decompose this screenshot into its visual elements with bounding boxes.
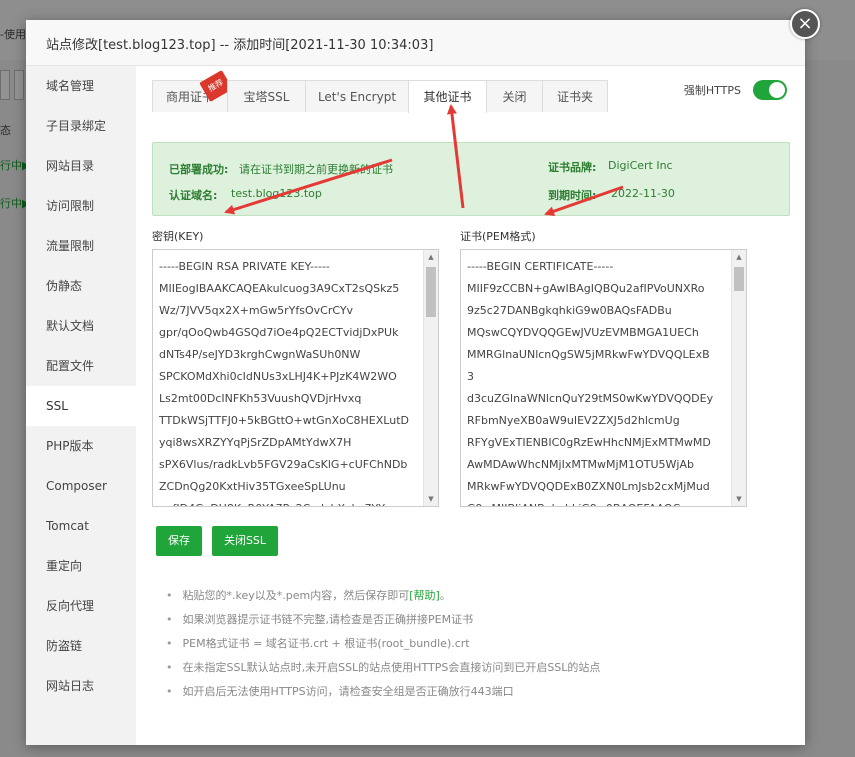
ssl-tabs: 商用证书 推荐 宝塔SSL Let's Encrypt 其他证书 关闭 证书夹	[152, 69, 608, 113]
cert-textarea[interactable]: -----BEGIN CERTIFICATE----- MIIF9zCCBN+g…	[460, 249, 747, 507]
brand-value: DigiCert Inc	[608, 159, 673, 172]
domain-value: test.blog123.top	[231, 187, 322, 200]
force-https-setting: 强制HTTPS	[684, 80, 787, 100]
key-line: Ls2mt00DcINFKh53VuushQVDjrHvxq	[159, 392, 362, 405]
key-line: Wz/7JVV5qx2X+mGw5rYfsOvCrCYv	[159, 304, 354, 317]
expire-value: 2022-11-30	[611, 187, 675, 200]
deployed-value: 请在证书到期之前更换新的证书	[239, 163, 393, 176]
key-line: vqfID4GoDU8KvR0YA7Po2CedvhXxbc7YYauq	[159, 498, 424, 506]
cert-line: AwMDAwWhcNMjIxMTMwMjM1OTU5WjAb	[467, 458, 694, 471]
scroll-down-icon[interactable]: ▼	[424, 492, 438, 506]
sidebar-item-traffic-limit[interactable]: 流量限制	[26, 226, 136, 266]
background-button	[14, 70, 24, 100]
tab-baota-ssl[interactable]: 宝塔SSL	[227, 80, 306, 112]
sidebar-item-hotlink[interactable]: 防盗链	[26, 626, 136, 666]
cert-line: MRkwFwYDVQQDExB0ZXN0LmJsb2cxMjMud	[467, 480, 710, 493]
tab-commercial-cert[interactable]: 商用证书 推荐	[152, 69, 233, 112]
sidebar-item-subdirectory[interactable]: 子目录绑定	[26, 106, 136, 146]
close-ssl-button[interactable]: 关闭SSL	[212, 526, 278, 556]
tip-text: 粘贴您的*.key以及*.pem内容，然后保存即可	[182, 589, 410, 602]
cert-line: G9wMIIBIjANBgkqhkiG9w0BAQEFAAOC	[467, 498, 732, 506]
help-link[interactable]: [帮助]	[409, 589, 440, 602]
key-line: sPX6Vlus/radkLvb5FGV29aCsKlG+cUFChNDb	[159, 458, 408, 471]
sidebar-item-site-directory[interactable]: 网站目录	[26, 146, 136, 186]
sidebar-item-composer[interactable]: Composer	[26, 466, 136, 506]
cert-line: RFYgVExTIENBIC0gRzEwHhcNMjExMTMwMD	[467, 436, 711, 449]
cert-label: 证书(PEM格式)	[460, 230, 536, 243]
cert-line: MQswCQYDVQQGEwJVUzEVMBMGA1UECh	[467, 326, 699, 339]
force-https-label: 强制HTTPS	[683, 84, 741, 97]
cert-line: 9z5c27DANBgkqhkiG9w0BAQsFADBu	[467, 304, 672, 317]
key-line: TTDkWSjTTFJ0+5kBGttO+wtGnXoC8HEXLutD	[159, 414, 409, 427]
tip-item: 粘贴您的*.key以及*.pem内容，然后保存即可[帮助]。	[166, 584, 600, 608]
key-textarea[interactable]: -----BEGIN RSA PRIVATE KEY----- MIIEogIB…	[152, 249, 439, 507]
tab-close[interactable]: 关闭	[486, 80, 543, 112]
tip-item: 在未指定SSL默认站点时,未开启SSL的站点使用HTTPS会直接访问到已开启SS…	[166, 656, 601, 680]
tip-text: 。	[439, 589, 451, 602]
tip-item: 如果浏览器提示证书链不完整,请检查是否正确拼接PEM证书	[166, 608, 600, 632]
key-line: ZCDnQg20KxtHiv35TGxeeSpLUnu	[159, 480, 346, 493]
ssl-panel: 商用证书 推荐 宝塔SSL Let's Encrypt 其他证书 关闭 证书夹 …	[136, 66, 805, 745]
background-button	[0, 70, 10, 100]
tip-item: 如开启后无法使用HTTPS访问，请检查安全组是否正确放行443端口	[166, 680, 600, 704]
sidebar-item-default-doc[interactable]: 默认文档	[26, 306, 136, 346]
background-text: 态	[0, 124, 11, 137]
sidebar-item-ssl[interactable]: SSL	[26, 386, 136, 426]
key-line: dNTs4P/seJYD3krghCwgnWaSUh0NW	[159, 348, 361, 361]
cert-line: MIIF9zCCBN+gAwIBAgIQBQu2afIPVoUNXRo	[467, 282, 705, 295]
watermark: @稀土掘金技术社区	[672, 721, 790, 736]
close-icon[interactable]: ×	[790, 9, 820, 39]
sidebar-item-site-log[interactable]: 网站日志	[26, 666, 136, 706]
sidebar-item-php-version[interactable]: PHP版本	[26, 426, 136, 466]
save-button[interactable]: 保存	[156, 526, 202, 556]
sidebar-item-redirect[interactable]: 重定向	[26, 546, 136, 586]
deployed-label: 已部署成功:	[169, 163, 229, 176]
scroll-thumb[interactable]	[426, 267, 436, 317]
settings-sidebar: 域名管理 子目录绑定 网站目录 访问限制 流量限制 伪静态 默认文档 配置文件 …	[26, 66, 136, 745]
cert-info-panel: 已部署成功: 请在证书到期之前更换新的证书 认证域名: test.blog123…	[152, 142, 790, 216]
scroll-up-icon[interactable]: ▲	[424, 250, 438, 264]
scroll-down-icon[interactable]: ▼	[732, 492, 746, 506]
sidebar-item-config-file[interactable]: 配置文件	[26, 346, 136, 386]
sidebar-item-tomcat[interactable]: Tomcat	[26, 506, 136, 546]
sidebar-item-access-limit[interactable]: 访问限制	[26, 186, 136, 226]
tab-other-cert[interactable]: 其他证书	[408, 80, 487, 113]
key-line: -----BEGIN RSA PRIVATE KEY-----	[159, 260, 330, 273]
tab-lets-encrypt[interactable]: Let's Encrypt	[305, 80, 409, 112]
help-tips: 粘贴您的*.key以及*.pem内容，然后保存即可[帮助]。 如果浏览器提示证书…	[166, 584, 601, 704]
key-line: MIIEogIBAAKCAQEAkulcuog3A9CxT2sQSkz5	[159, 282, 400, 295]
brand-label: 证书品牌:	[548, 161, 597, 174]
sidebar-item-domain[interactable]: 域名管理	[26, 66, 136, 106]
scroll-thumb[interactable]	[734, 267, 744, 291]
toggle-knob	[769, 82, 785, 98]
cert-line: MMRGlnaUNlcnQgSW5jMRkwFwYDVQQLExB	[467, 348, 710, 361]
cert-line: RFbmNyeXB0aW9uIEV2ZXJ5d2hlcmUg	[467, 414, 680, 427]
tip-item: PEM格式证书 = 域名证书.crt + 根证书(root_bundle).cr…	[166, 632, 600, 656]
cert-line: 3	[467, 370, 474, 383]
site-settings-dialog: 站点修改[test.blog123.top] -- 添加时间[2021-11-3…	[26, 20, 805, 745]
key-line: SPCKOMdXhi0cIdNUs3xLHJ4K+PJzK4W2WO	[159, 370, 397, 383]
key-label: 密钥(KEY)	[152, 230, 204, 243]
scroll-up-icon[interactable]: ▲	[732, 250, 746, 264]
sidebar-item-rewrite[interactable]: 伪静态	[26, 266, 136, 306]
cert-line: d3cuZGlnaWNlcnQuY29tMS0wKwYDVQQDEy	[467, 392, 714, 405]
background-text: -使用	[0, 28, 26, 41]
force-https-toggle[interactable]	[753, 80, 787, 100]
key-line: gpr/qOoQwb4GSQd7iOe4pQ2ECTvidjDxPUk	[159, 326, 399, 339]
cert-line: -----BEGIN CERTIFICATE-----	[467, 260, 614, 273]
cert-scrollbar[interactable]: ▲ ▼	[731, 250, 746, 506]
key-scrollbar[interactable]: ▲ ▼	[423, 250, 438, 506]
tab-cert-folder[interactable]: 证书夹	[542, 80, 608, 112]
expire-label: 到期时间:	[548, 189, 597, 202]
sidebar-item-reverse-proxy[interactable]: 反向代理	[26, 586, 136, 626]
key-line: yqi8wsXRZYYqPjSrZDpAMtYdwX7H	[159, 436, 352, 449]
domain-label: 认证域名:	[169, 189, 218, 202]
dialog-title: 站点修改[test.blog123.top] -- 添加时间[2021-11-3…	[26, 20, 805, 66]
